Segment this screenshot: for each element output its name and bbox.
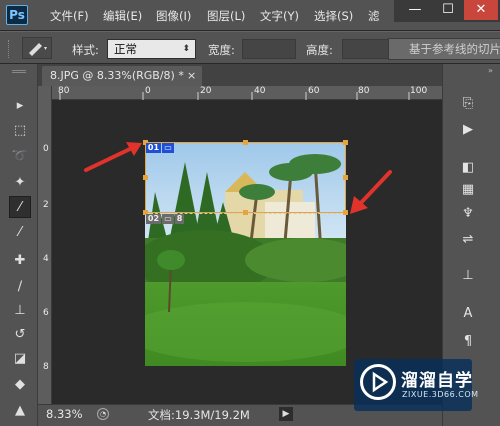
slice-02-region[interactable] xyxy=(145,213,346,366)
select-arrows-icon: ⬍ xyxy=(182,44,190,54)
ruler-tick-label: 20 xyxy=(200,86,212,96)
healing-brush-tool-icon[interactable]: ✚ xyxy=(9,250,31,272)
menu-layer[interactable]: 图层(L) xyxy=(207,8,245,24)
width-input[interactable] xyxy=(242,39,296,59)
ruler-tick-label: 100 xyxy=(410,86,428,96)
actions-panel-icon[interactable]: ▶ xyxy=(458,120,478,140)
photoshop-logo: Ps xyxy=(6,5,28,25)
ruler-tick-label: 0 xyxy=(145,86,151,96)
ruler-tick-label: 0 xyxy=(43,144,49,154)
status-preview-icon[interactable]: ◔ xyxy=(97,408,109,420)
slice-tool-icon xyxy=(29,43,47,56)
menu-file[interactable]: 文件(F) xyxy=(50,8,89,24)
tools-grip xyxy=(12,70,26,73)
tools-panel xyxy=(0,64,38,426)
brush-presets-icon[interactable]: ♆ xyxy=(458,204,478,224)
slice-link-badge: 8 xyxy=(175,214,184,224)
document-size-info: 文档:19.3M/19.2M xyxy=(148,408,250,422)
vertical-ruler xyxy=(38,86,52,404)
history-brush-tool-icon[interactable]: ↺ xyxy=(9,324,31,346)
slice-handle[interactable] xyxy=(343,140,348,145)
character-panel-icon[interactable]: A xyxy=(458,304,478,324)
style-select[interactable]: 正常 ⬍ xyxy=(107,39,196,59)
width-label: 宽度: xyxy=(208,43,235,57)
options-grip xyxy=(8,40,12,58)
clone-stamp-tool-icon[interactable]: ⊥ xyxy=(9,300,31,322)
menu-edit[interactable]: 编辑(E) xyxy=(103,8,142,24)
menu-filter[interactable]: 滤 xyxy=(368,8,380,24)
style-select-value: 正常 xyxy=(114,42,137,56)
swatches-panel-icon[interactable]: ▦ xyxy=(458,180,478,200)
close-button[interactable]: ✕ xyxy=(464,0,498,20)
slice-tool-icon[interactable]: ⁄ xyxy=(9,196,31,218)
slice-handle[interactable] xyxy=(243,140,248,145)
menu-type[interactable]: 文字(Y) xyxy=(260,8,299,24)
magic-wand-tool-icon[interactable]: ✦ xyxy=(9,172,31,194)
tab-close-icon[interactable]: × xyxy=(187,66,196,86)
tool-preset-picker[interactable] xyxy=(22,37,52,59)
ruler-tick-label: 4 xyxy=(43,254,49,264)
slice-image-icon: ▭ xyxy=(162,143,174,153)
eyedropper-tool-icon[interactable]: ⁄ xyxy=(9,222,31,244)
slices-from-guides-button[interactable]: 基于参考线的切片 xyxy=(388,38,500,60)
marquee-tool-icon[interactable]: ⬚ xyxy=(9,120,31,142)
annotation-arrow-left xyxy=(84,142,142,172)
menu-image[interactable]: 图像(I) xyxy=(156,8,191,24)
slice-image-icon: ▭ xyxy=(162,214,174,224)
slice-number-badge: 02 xyxy=(146,214,161,224)
style-label: 样式: xyxy=(72,43,99,57)
brush-tool-icon[interactable]: ∕ xyxy=(9,276,31,298)
height-label: 高度: xyxy=(306,43,333,57)
slice-01-region[interactable] xyxy=(145,142,346,213)
paragraph-panel-icon[interactable]: ¶ xyxy=(458,332,478,352)
ruler-tick-label: 40 xyxy=(254,86,266,96)
annotation-arrow-right xyxy=(350,170,392,214)
maximize-button[interactable]: ☐ xyxy=(431,0,465,20)
history-panel-icon[interactable]: ⎘ xyxy=(458,94,478,114)
watermark-url: ZIXUE.3D66.COM xyxy=(402,390,479,399)
adjustments-panel-icon[interactable]: ⇌ xyxy=(458,230,478,250)
status-menu-arrow-icon[interactable]: ▶ xyxy=(279,407,293,421)
dock-collapse-icon[interactable]: » xyxy=(488,66,496,75)
ruler-tick-label: 8 xyxy=(43,362,49,372)
color-panel-icon[interactable]: ◧ xyxy=(458,158,478,178)
menu-select[interactable]: 选择(S) xyxy=(314,8,353,24)
lasso-tool-icon[interactable]: ➰ xyxy=(9,146,31,168)
document-tab[interactable]: 8.JPG @ 8.33%(RGB/8) * xyxy=(42,66,202,86)
ruler-tick-label: 6 xyxy=(43,308,49,318)
zoom-level[interactable]: 8.33% xyxy=(46,407,83,421)
ruler-tick-label: 60 xyxy=(308,86,320,96)
minimize-button[interactable]: — xyxy=(398,0,432,20)
move-tool-icon[interactable]: ▸ xyxy=(9,95,31,117)
slice-handle[interactable] xyxy=(243,210,248,215)
eraser-tool-icon[interactable]: ◪ xyxy=(9,348,31,370)
clone-source-panel-icon[interactable]: ⊥ xyxy=(458,266,478,286)
watermark-play-logo-icon xyxy=(360,364,396,400)
ruler-tick-label: 80 xyxy=(358,86,370,96)
blur-tool-icon[interactable]: ▲ xyxy=(9,400,31,422)
horizontal-ruler-ticks xyxy=(59,92,410,100)
watermark-name: 溜溜自学 xyxy=(401,371,473,391)
paint-bucket-tool-icon[interactable]: ◆ xyxy=(9,374,31,396)
ruler-tick-label: 80 xyxy=(58,86,70,96)
ruler-tick-label: 2 xyxy=(43,200,49,210)
